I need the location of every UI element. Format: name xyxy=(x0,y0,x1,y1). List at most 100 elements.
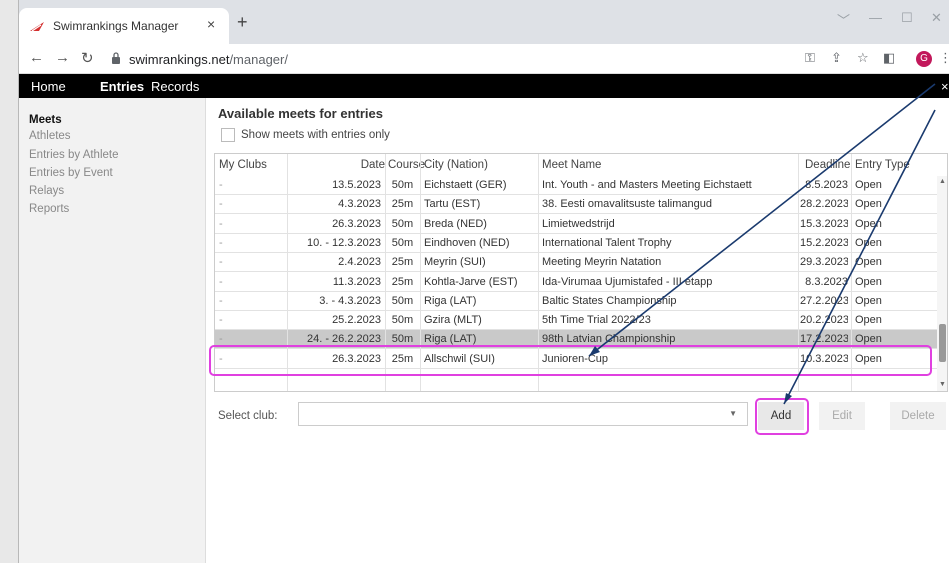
tab-close-icon[interactable]: × xyxy=(207,16,215,32)
cell-city: Breda (NED) xyxy=(424,217,487,230)
side-panel-icon[interactable]: ◧ xyxy=(883,50,895,66)
cell-course: 50m xyxy=(391,217,414,230)
table-row[interactable]: - 2.4.2023 25m Meyrin (SUI) Meeting Meyrin N… xyxy=(215,253,937,273)
cell-course: 25m xyxy=(391,275,414,288)
scroll-down-icon[interactable]: ▼ xyxy=(939,381,946,388)
cell-date: 11.3.2023 xyxy=(332,275,381,288)
kebab-menu-icon[interactable]: ⋮ xyxy=(939,50,949,66)
club-select[interactable]: ▼ xyxy=(298,402,748,426)
tab-search-icon[interactable]: ﹀ xyxy=(837,10,850,29)
cell-meet: 5th Time Trial 2022/23 xyxy=(542,314,651,327)
swimrankings-logo-icon xyxy=(30,22,44,32)
cell-course: 50m xyxy=(391,179,414,191)
new-tab-icon[interactable]: + xyxy=(237,12,248,33)
address-bar[interactable]: swimrankings.net/manager/ xyxy=(129,52,288,67)
cell-type: Open xyxy=(855,217,882,230)
cell-club: - xyxy=(219,217,223,230)
cell-deadline: 27.2.2023 xyxy=(800,294,848,307)
scroll-up-icon[interactable]: ▲ xyxy=(939,178,946,185)
edit-button[interactable]: Edit xyxy=(819,402,865,430)
col-header-entry-type[interactable]: Entry Type xyxy=(855,154,910,176)
col-header-deadline[interactable]: Deadline xyxy=(805,154,850,176)
cell-meet: Limietwedstrijd xyxy=(542,217,615,230)
key-icon[interactable]: ⚿ xyxy=(805,50,815,66)
minimize-icon[interactable]: — xyxy=(869,10,882,25)
cell-deadline: 29.3.2023 xyxy=(800,256,848,269)
cell-type: Open xyxy=(855,236,882,249)
profile-avatar[interactable]: G xyxy=(916,51,932,67)
sidebar-item-meets[interactable]: Meets xyxy=(29,114,62,126)
menu-records[interactable]: Records xyxy=(151,79,199,94)
cell-city: Riga (LAT) xyxy=(424,294,477,307)
col-header-my-clubs[interactable]: My Clubs xyxy=(219,154,267,176)
select-club-label: Select club: xyxy=(218,410,278,422)
cell-meet: Ida-Virumaa Ujumistafed - III etapp xyxy=(542,275,713,288)
cell-date: 2.4.2023 xyxy=(338,256,381,269)
table-row[interactable]: - 11.3.2023 25m Kohtla-Jarve (EST) Ida-Virum… xyxy=(215,273,937,292)
browser-window: Swimrankings Manager × + ﹀ — ☐ ✕ ← → ↻ s… xyxy=(18,0,949,563)
reload-icon[interactable]: ↻ xyxy=(81,49,94,67)
scrollbar-thumb[interactable] xyxy=(939,324,946,362)
table-row[interactable]: - 25.2.2023 50m Gzira (MLT) 5th Time Trial 2… xyxy=(215,311,937,331)
table-row[interactable]: - 3. - 4.3.2023 50m Riga (LAT) Baltic States… xyxy=(215,292,937,311)
url-host: swimrankings.net xyxy=(129,52,230,67)
cell-meet: Baltic States Championship xyxy=(542,294,677,307)
chevron-down-icon: ▼ xyxy=(729,409,737,418)
sidebar-item-athletes[interactable]: Athletes xyxy=(29,130,71,142)
cell-date: 25.2.2023 xyxy=(332,314,381,327)
cell-type: Open xyxy=(855,256,882,269)
forward-arrow-icon[interactable]: → xyxy=(55,49,70,66)
sidebar: Meets Athletes Entries by Athlete Entrie… xyxy=(19,98,206,563)
cell-deadline: 15.3.2023 xyxy=(800,217,848,230)
cell-date: 26.3.2023 xyxy=(332,217,381,230)
cell-meet: Meeting Meyrin Natation xyxy=(542,256,662,269)
cell-city: Meyrin (SUI) xyxy=(424,256,486,269)
cell-date: 13.5.2023 xyxy=(332,179,381,191)
window-close-icon[interactable]: ✕ xyxy=(931,10,942,26)
col-header-city[interactable]: City (Nation) xyxy=(424,154,488,176)
cell-type: Open xyxy=(855,198,882,211)
delete-button[interactable]: Delete xyxy=(890,402,946,430)
cell-deadline: 28.2.2023 xyxy=(800,198,848,211)
menubar-close-icon[interactable]: × xyxy=(941,79,949,94)
col-header-date-label: Date xyxy=(360,159,385,171)
tab-strip: Swimrankings Manager × + ﹀ — ☐ ✕ xyxy=(19,0,949,44)
cell-club: - xyxy=(219,256,223,269)
sidebar-item-entries-by-event[interactable]: Entries by Event xyxy=(29,167,113,179)
menu-entries[interactable]: Entries xyxy=(100,79,144,94)
menu-home[interactable]: Home xyxy=(31,79,66,94)
cell-club: - xyxy=(219,294,223,307)
selected-row-highlight xyxy=(209,345,932,376)
tab-title: Swimrankings Manager xyxy=(53,19,179,33)
sidebar-item-reports[interactable]: Reports xyxy=(29,203,69,215)
cell-course: 25m xyxy=(391,198,414,211)
cell-club: - xyxy=(219,179,223,191)
cell-city: Eindhoven (NED) xyxy=(424,236,510,249)
cell-city: Eichstaett (GER) xyxy=(424,179,507,191)
cell-deadline: 8.5.2023 xyxy=(805,179,848,191)
cell-type: Open xyxy=(855,275,882,288)
sidebar-item-relays[interactable]: Relays xyxy=(29,185,64,197)
maximize-icon[interactable]: ☐ xyxy=(901,10,913,26)
table-row[interactable]: - 13.5.2023 50m Eichstaett (GER) Int. Youth … xyxy=(215,176,937,195)
browser-tab[interactable]: Swimrankings Manager × xyxy=(19,8,229,44)
table-row[interactable]: - 10. - 12.3.2023 50m Eindhoven (NED) Intern… xyxy=(215,234,937,253)
cell-type: Open xyxy=(855,294,882,307)
table-row[interactable]: - 4.3.2023 25m Tartu (EST) 38. Eesti omavali… xyxy=(215,195,937,215)
share-icon[interactable]: ⇪ xyxy=(831,50,842,66)
cell-meet: Int. Youth - and Masters Meeting Eichsta… xyxy=(542,179,752,191)
col-header-meet-name[interactable]: Meet Name xyxy=(542,154,601,176)
cell-city: Tartu (EST) xyxy=(424,198,481,211)
bookmark-star-icon[interactable]: ☆ xyxy=(857,50,869,66)
cell-club: - xyxy=(219,275,223,288)
table-scrollbar[interactable]: ▲ ▼ xyxy=(937,176,947,391)
cell-city: Kohtla-Jarve (EST) xyxy=(424,275,518,288)
page-title: Available meets for entries xyxy=(218,106,383,121)
back-arrow-icon[interactable]: ← xyxy=(29,49,44,66)
sidebar-item-entries-by-athlete[interactable]: Entries by Athlete xyxy=(29,149,119,161)
entries-only-checkbox[interactable] xyxy=(221,128,235,142)
cell-deadline: 15.2.2023 xyxy=(800,236,848,249)
table-row[interactable]: - 26.3.2023 50m Breda (NED) Limietwedstrijd 1… xyxy=(215,215,937,234)
add-button-highlight xyxy=(755,398,809,435)
app-menubar: Home Entries Records × xyxy=(19,74,949,98)
